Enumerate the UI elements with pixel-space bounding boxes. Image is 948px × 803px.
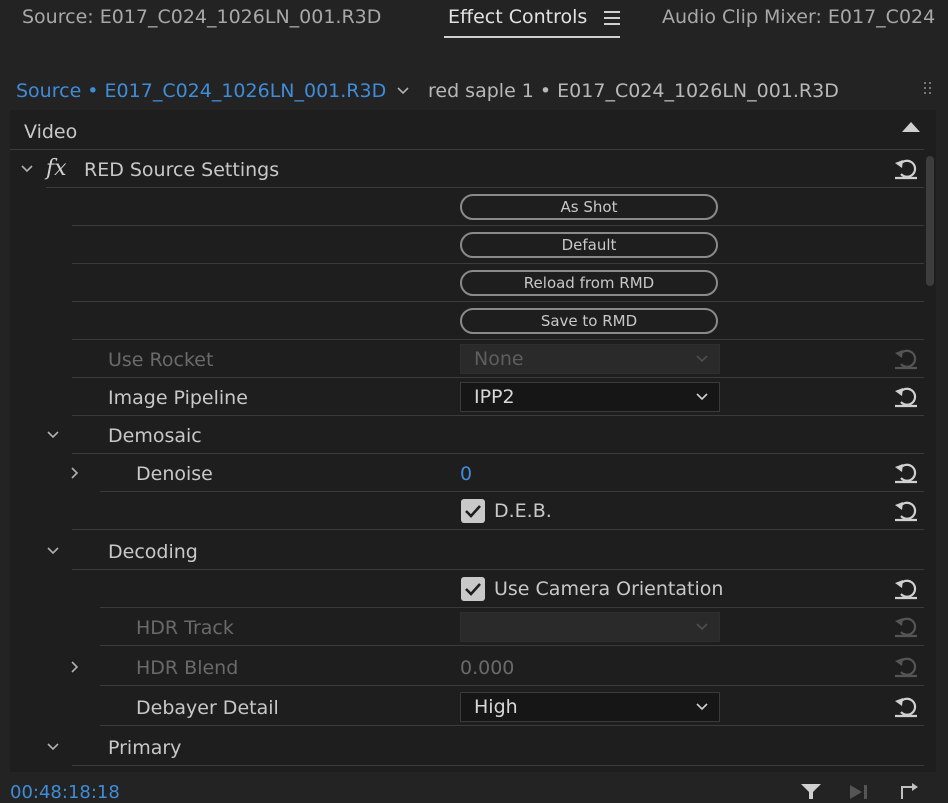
tab-source-monitor[interactable]: Source: E017_C024_1026LN_001.R3D — [22, 6, 381, 28]
collapse-up-icon[interactable] — [900, 120, 922, 134]
source-clip-bar: Source • E017_C024_1026LN_001.R3D red sa… — [10, 72, 936, 110]
decoding-label: Decoding — [108, 541, 198, 563]
play-clip-icon[interactable] — [846, 781, 872, 800]
chevron-down-icon[interactable] — [20, 162, 34, 176]
row-denoise: Denoise 0 — [10, 454, 936, 492]
row-save-rmd: Save to RMD — [10, 302, 936, 340]
filter-icon[interactable] — [798, 781, 824, 800]
row-hdr-blend: HDR Blend 0.000 — [10, 648, 936, 686]
use-rocket-value: None — [474, 348, 524, 370]
deb-checkbox[interactable] — [461, 499, 485, 523]
use-rocket-label: Use Rocket — [108, 349, 214, 371]
row-primary[interactable]: Primary — [10, 728, 936, 766]
debayer-detail-label: Debayer Detail — [136, 697, 279, 719]
reset-parameter-icon[interactable] — [892, 574, 920, 602]
use-camera-orientation-checkbox[interactable] — [461, 577, 485, 601]
chevron-down-icon[interactable] — [46, 544, 60, 558]
row-default: Default — [10, 226, 936, 264]
default-button[interactable]: Default — [460, 232, 718, 258]
reset-parameter-icon[interactable] — [892, 652, 920, 680]
video-section-header: Video — [10, 112, 936, 150]
debayer-detail-dropdown[interactable]: High — [460, 692, 720, 722]
sequence-clip-label[interactable]: red saple 1 • E017_C024_1026LN_001.R3D — [428, 80, 839, 102]
vertical-scrollbar[interactable] — [924, 110, 936, 772]
chevron-down-icon — [696, 623, 708, 631]
image-pipeline-dropdown[interactable]: IPP2 — [460, 382, 720, 412]
chevron-down-icon — [696, 393, 708, 401]
hdr-track-dropdown[interactable] — [460, 612, 720, 642]
row-demosaic[interactable]: Demosaic — [10, 416, 936, 454]
hdr-track-label: HDR Track — [136, 617, 234, 639]
as-shot-button[interactable]: As Shot — [460, 194, 718, 220]
checkmark-icon — [465, 505, 481, 518]
hdr-blend-value[interactable]: 0.000 — [460, 657, 514, 679]
denoise-value[interactable]: 0 — [460, 463, 472, 485]
panel-menu-icon[interactable] — [604, 11, 620, 25]
scrollbar-thumb[interactable] — [926, 156, 934, 286]
row-deb: D.E.B. — [10, 492, 936, 530]
demosaic-label: Demosaic — [108, 425, 202, 447]
checkmark-icon — [465, 583, 481, 596]
reset-parameter-icon[interactable] — [892, 612, 920, 640]
reset-parameter-icon[interactable] — [892, 692, 920, 720]
primary-label: Primary — [108, 737, 182, 759]
debayer-detail-value: High — [474, 696, 518, 718]
reset-parameter-icon[interactable] — [892, 458, 920, 486]
row-reload-rmd: Reload from RMD — [10, 264, 936, 302]
chevron-down-icon[interactable] — [396, 84, 410, 98]
effect-properties-list: Video fx RED Source Settings As Shot Def… — [10, 110, 936, 772]
reload-from-rmd-button[interactable]: Reload from RMD — [460, 270, 718, 296]
chevron-down-icon — [696, 703, 708, 711]
use-camera-orientation-label: Use Camera Orientation — [494, 578, 724, 600]
row-decoding[interactable]: Decoding — [10, 532, 936, 570]
chevron-down-icon[interactable] — [46, 428, 60, 442]
tab-audio-clip-mixer[interactable]: Audio Clip Mixer: E017_C024 — [662, 6, 935, 28]
row-image-pipeline: Image Pipeline IPP2 — [10, 378, 936, 416]
row-debayer-detail: Debayer Detail High — [10, 688, 936, 726]
image-pipeline-label: Image Pipeline — [108, 387, 248, 409]
effect-header-red-source-settings[interactable]: fx RED Source Settings — [10, 150, 936, 188]
effect-name: RED Source Settings — [84, 159, 280, 181]
row-use-camera-orientation: Use Camera Orientation — [10, 570, 936, 608]
reset-parameter-icon[interactable] — [892, 382, 920, 410]
image-pipeline-value: IPP2 — [474, 386, 515, 408]
active-tab-underline — [444, 36, 620, 38]
hdr-blend-label: HDR Blend — [136, 657, 239, 679]
save-to-rmd-button[interactable]: Save to RMD — [460, 308, 718, 334]
use-rocket-dropdown[interactable]: None — [460, 344, 720, 374]
effect-controls-panel: Source • E017_C024_1026LN_001.R3D red sa… — [10, 72, 936, 772]
row-as-shot: As Shot — [10, 188, 936, 226]
source-clip-selector[interactable]: Source • E017_C024_1026LN_001.R3D — [16, 80, 386, 102]
row-use-rocket: Use Rocket None — [10, 340, 936, 378]
panel-grip-icon[interactable] — [924, 82, 934, 98]
reset-parameter-icon[interactable] — [892, 496, 920, 524]
reset-effect-icon[interactable] — [892, 154, 920, 182]
denoise-label: Denoise — [136, 463, 213, 485]
row-hdr-track: HDR Track — [10, 608, 936, 646]
chevron-right-icon[interactable] — [68, 660, 82, 674]
fx-icon[interactable]: fx — [46, 156, 67, 181]
panel-tab-bar: Source: E017_C024_1026LN_001.R3D Effect … — [0, 0, 948, 42]
chevron-down-icon[interactable] — [46, 740, 60, 754]
reset-parameter-icon[interactable] — [892, 344, 920, 372]
tab-effect-controls[interactable]: Effect Controls — [448, 6, 587, 28]
video-section-label: Video — [24, 121, 78, 143]
chevron-down-icon — [696, 355, 708, 363]
chevron-right-icon[interactable] — [68, 466, 82, 480]
export-frame-icon[interactable] — [896, 781, 922, 800]
deb-label: D.E.B. — [494, 500, 552, 522]
